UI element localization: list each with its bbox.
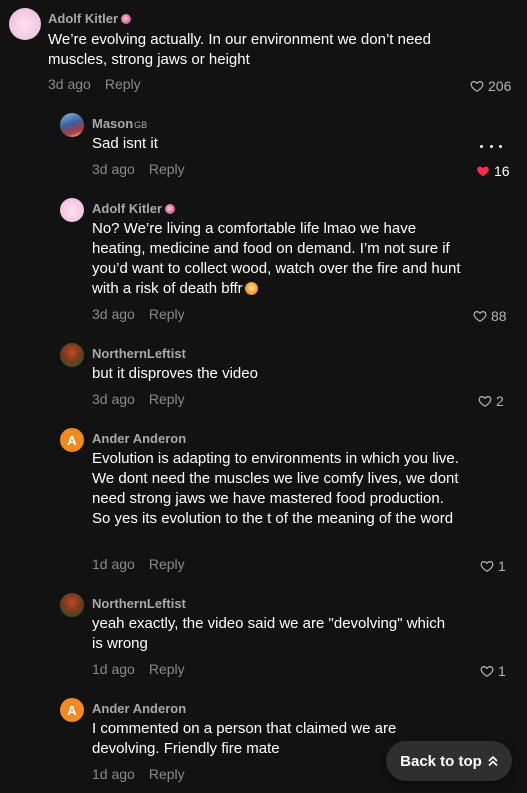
like-count: 206 (488, 78, 512, 94)
comment-username[interactable]: Adolf Kitler (48, 11, 132, 26)
heart-outline-icon (470, 81, 484, 92)
username-tag: GB (134, 120, 148, 130)
comment-text: No? We’re living a comfortable life lmao… (92, 219, 472, 299)
comment-text: Evolution is adapting to environments in… (92, 450, 459, 527)
comment-text: Sad isnt it (92, 135, 158, 152)
heart-outline-icon (473, 311, 487, 322)
comment-time: 1d ago (92, 661, 135, 677)
username-text[interactable]: Adolf Kitler (48, 11, 118, 26)
like-button[interactable]: 206 (470, 78, 511, 94)
comment-meta: 3d ago Reply (92, 161, 185, 177)
comment-time: 3d ago (48, 76, 91, 92)
heart-outline-icon (480, 561, 494, 572)
reply-button[interactable]: Reply (149, 661, 185, 677)
comment-time: 3d ago (92, 161, 135, 177)
reply-button[interactable]: Reply (149, 161, 185, 177)
username-text[interactable]: Ander Anderon (92, 701, 186, 716)
avatar[interactable] (60, 593, 84, 617)
username-text[interactable]: NorthernLeftist (92, 596, 186, 611)
comment-time: 1d ago (92, 556, 135, 572)
like-button[interactable]: 16 (476, 163, 510, 179)
avatar[interactable] (60, 113, 84, 137)
comment-meta: 1d ago Reply (92, 766, 185, 782)
like-button[interactable]: 2 (478, 393, 504, 409)
comment-username[interactable]: NorthernLeftist (92, 596, 186, 611)
comment-meta: 3d ago Reply (92, 306, 185, 322)
comment-text: but it disproves the video (92, 365, 258, 382)
reply-button[interactable]: Reply (105, 76, 141, 92)
like-button[interactable]: 1 (480, 663, 506, 679)
comment-time: 3d ago (92, 306, 135, 322)
comment-username[interactable]: Ander Anderon (92, 701, 186, 716)
comment-text-body: No? We’re living a comfortable life lmao… (92, 220, 461, 297)
username-text[interactable]: Ander Anderon (92, 431, 186, 446)
heart-outline-icon (480, 666, 494, 677)
username-text[interactable]: Adolf Kitler (92, 201, 162, 216)
heart-filled-icon (477, 166, 489, 177)
like-count: 2 (496, 393, 504, 409)
avatar[interactable]: A (60, 698, 84, 722)
comment-time: 1d ago (92, 766, 135, 782)
comment-meta: 3d ago Reply (92, 391, 185, 407)
like-count: 88 (491, 308, 507, 324)
comment-username[interactable]: NorthernLeftist (92, 346, 186, 361)
comment-username[interactable]: Adolf Kitler (92, 201, 176, 216)
comment-meta: 3d ago Reply (48, 76, 141, 92)
more-dots-icon[interactable] (480, 141, 502, 151)
back-to-top-label: Back to top (400, 752, 482, 770)
avatar[interactable]: A (60, 428, 84, 452)
back-to-top-button[interactable]: Back to top (386, 741, 512, 781)
comment-meta: 1d ago Reply (92, 661, 185, 677)
username-text[interactable]: Mason (92, 116, 133, 131)
like-button[interactable]: 88 (473, 308, 507, 324)
like-count: 1 (498, 558, 506, 574)
heart-outline-icon (478, 396, 492, 407)
reply-button[interactable]: Reply (149, 556, 185, 572)
avatar[interactable] (60, 343, 84, 367)
avatar[interactable] (9, 8, 41, 40)
comment-meta: 1d ago Reply (92, 556, 185, 572)
flower-badge-icon (121, 14, 132, 24)
avatar[interactable] (60, 198, 84, 222)
flower-badge-icon (165, 204, 176, 214)
username-text[interactable]: NorthernLeftist (92, 346, 186, 361)
crying-emoji-icon (244, 282, 258, 295)
reply-button[interactable]: Reply (149, 391, 185, 407)
comment-username[interactable]: MasonGB (92, 116, 147, 131)
comment-time: 3d ago (92, 391, 135, 407)
comment-username[interactable]: Ander Anderon (92, 431, 186, 446)
reply-button[interactable]: Reply (149, 766, 185, 782)
comment-text: yeah exactly, the video said we are "dev… (92, 615, 446, 652)
like-count: 1 (498, 663, 506, 679)
like-count: 16 (494, 163, 510, 179)
comment-text: We’re evolving actually. In our environm… (48, 31, 431, 68)
double-chevron-up-icon (488, 756, 498, 766)
like-button[interactable]: 1 (480, 558, 506, 574)
reply-button[interactable]: Reply (149, 306, 185, 322)
